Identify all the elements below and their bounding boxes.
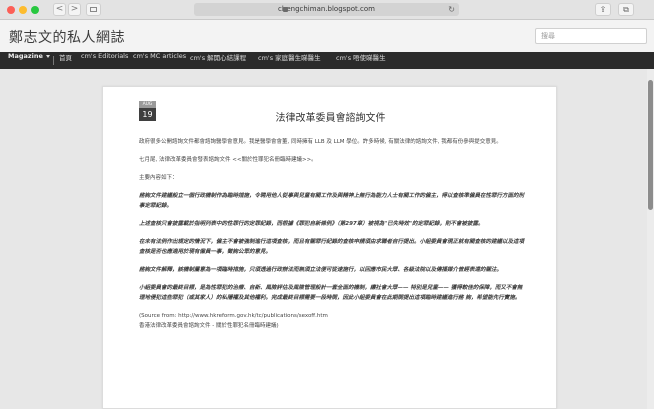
nav-magazine-label: Magazine [8, 52, 43, 60]
post-quote-4: 諮詢文件解釋，該機制屬意為一項臨時措施，只須透過行政辦法而無須立法便可從速施行，… [139, 267, 503, 273]
blog-title[interactable]: 鄭志文的私人網誌 [9, 27, 125, 47]
post-quote-2: 上述查核只會披露載於指明列表中的性罪行的定罪紀錄，而根據《罪犯自新條例》（第29… [139, 221, 484, 227]
back-button[interactable]: < [53, 3, 66, 16]
zoom-window-button[interactable] [31, 6, 39, 14]
post-paragraph-intro: 政府很多公開諮詢文件都會諮詢醫學會意見。我是醫學會會董, 同時擁有 LLB 及 … [139, 139, 502, 145]
lock-icon [283, 7, 288, 12]
post-source-link[interactable]: (Source from: http://www.hkreform.gov.hk… [139, 311, 526, 321]
nav-divider [53, 56, 54, 65]
post-paragraph-consultation: 七月尾, 法律改革委員會發表諮詢文件 <<關於性罪犯名冊臨時建議>>。 [139, 157, 317, 163]
browser-toolbar: < > chengchiman.blogspot.com ↻ ⇪ ⧉ [0, 0, 654, 20]
tabs-button[interactable]: ⧉ [618, 3, 634, 16]
caret-down-icon [45, 54, 50, 58]
nav-item-no-doctor[interactable]: cm's 唔使睇醫生 [336, 52, 386, 69]
post-card: AUG 19 法律改革委員會諮詢文件 政府很多公開諮詢文件都會諮詢醫學會意見。我… [102, 86, 557, 409]
chevron-right-icon: > [70, 4, 79, 14]
address-bar[interactable]: chengchiman.blogspot.com ↻ [194, 3, 459, 16]
share-icon: ⇪ [599, 5, 607, 14]
share-button[interactable]: ⇪ [595, 3, 611, 16]
url-text: chengchiman.blogspot.com [278, 5, 375, 13]
post-source-title: 香港法律改革委員會諮詢文件 - 關於性罪犯名冊臨時建議) [139, 323, 279, 329]
close-window-button[interactable] [7, 6, 15, 14]
sidebar-icon [90, 7, 97, 12]
post-body: 政府很多公開諮詢文件都會諮詢醫學會意見。我是醫學會會董, 同時擁有 LLB 及 … [139, 137, 526, 331]
nav-item-home[interactable]: 首頁 [59, 52, 72, 69]
minimize-window-button[interactable] [19, 6, 27, 14]
nav-item-family-doctor[interactable]: cm's 家庭醫生睇醫生 [258, 52, 321, 69]
search-input[interactable] [535, 28, 647, 44]
post-paragraph-summary-heading: 主要內容如下： [139, 175, 178, 181]
page-scrollbar-thumb[interactable] [648, 80, 653, 210]
nav-magazine-menu[interactable]: Magazine [8, 52, 50, 69]
post-quote-5: 小組委員會的最終目標，是為性罪犯的治療、自新、風險評估及風險管理設計一套全面的機… [139, 285, 523, 301]
date-month: AUG [139, 101, 156, 108]
sidebar-toggle-button[interactable] [86, 3, 101, 16]
nav-item-mc-articles[interactable]: cm's MC articles [133, 52, 186, 69]
blog-header: 鄭志文的私人網誌 [0, 20, 654, 52]
nav-item-course[interactable]: cm's 解開心結課程 [190, 52, 246, 69]
nav-bar: Magazine 首頁 cm's Editorials cm's MC arti… [0, 52, 654, 69]
reload-icon[interactable]: ↻ [448, 3, 455, 16]
chevron-left-icon: < [55, 4, 64, 14]
tabs-icon: ⧉ [623, 5, 629, 14]
forward-button[interactable]: > [68, 3, 81, 16]
post-quote-3: 在未有法例作出規定的情況下，僱主不會被強制進行這項查核，而且有關罪行紀錄的查核申… [139, 239, 525, 255]
post-title[interactable]: 法律改革委員會諮詢文件 [103, 109, 556, 124]
post-quote-1: 諮詢文件建議設立一個行政機制作為臨時措施，令聘用他人從事與兒童有關工作及與精神上… [139, 193, 525, 209]
nav-item-editorials[interactable]: cm's Editorials [81, 52, 128, 69]
